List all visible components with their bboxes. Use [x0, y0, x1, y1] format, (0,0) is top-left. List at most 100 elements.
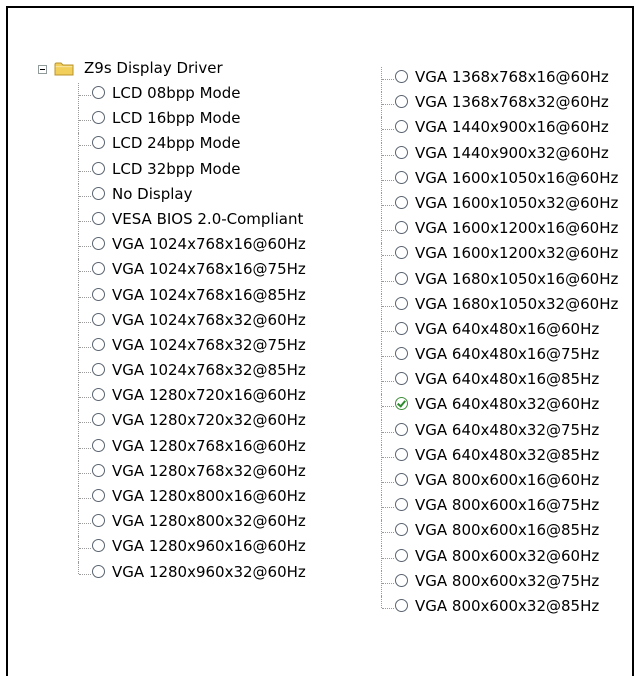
radio-icon[interactable]: [395, 498, 408, 512]
radio-icon[interactable]: [92, 438, 105, 452]
tree-root-node[interactable]: Z9s Display Driver: [38, 58, 223, 83]
tree-connector-line: [382, 154, 394, 156]
tree-item-label: VGA 1280x720x16@60Hz: [112, 386, 306, 405]
radio-icon[interactable]: [92, 161, 105, 175]
collapse-minus-icon[interactable]: [38, 65, 47, 74]
folder-icon: [54, 62, 74, 76]
radio-icon[interactable]: [395, 447, 408, 461]
radio-icon[interactable]: [92, 388, 105, 402]
radio-icon[interactable]: [92, 564, 105, 578]
radio-icon[interactable]: [395, 347, 408, 361]
tree-item-label: VGA 800x600x32@75Hz: [415, 571, 600, 590]
radio-icon[interactable]: [395, 548, 408, 562]
tree-connector-line: [79, 472, 91, 474]
tree-connector-line: [79, 296, 91, 298]
radio-icon[interactable]: [395, 120, 408, 134]
tree-column-left: Z9s Display Driver LCD 08bpp Mode LCD 16b…: [38, 58, 306, 587]
radio-icon[interactable]: [395, 523, 408, 537]
radio-icon[interactable]: [395, 296, 408, 310]
tree-panel: Z9s Display Driver LCD 08bpp Mode LCD 16b…: [6, 6, 634, 676]
radio-icon[interactable]: [92, 413, 105, 427]
radio-icon[interactable]: [92, 287, 105, 301]
tree-connector-line: [382, 179, 394, 181]
tree-item-label: VGA 1680x1050x16@60Hz: [415, 269, 619, 288]
radio-icon[interactable]: [395, 372, 408, 386]
radio-icon[interactable]: [92, 186, 105, 200]
tree-item-label: VGA 1024x768x32@85Hz: [112, 361, 306, 380]
radio-icon[interactable]: [92, 237, 105, 251]
radio-icon[interactable]: [395, 70, 408, 83]
tree-item-label: VGA 1280x960x16@60Hz: [112, 537, 306, 556]
tree-connector-line: [382, 607, 394, 609]
tree-item-label: VGA 800x600x16@85Hz: [415, 521, 600, 540]
radio-icon[interactable]: [92, 111, 105, 125]
tree-item-label: VGA 640x480x16@85Hz: [415, 370, 600, 389]
tree-connector-line: [78, 561, 79, 574]
tree-item-label: LCD 08bpp Mode: [112, 84, 241, 102]
tree-connector-line: [382, 330, 394, 332]
tree-item-label: VESA BIOS 2.0-Compliant: [112, 209, 304, 228]
radio-icon[interactable]: [395, 145, 408, 159]
radio-icon[interactable]: [395, 422, 408, 436]
radio-icon[interactable]: [395, 473, 408, 486]
radio-icon[interactable]: [395, 221, 408, 235]
tree-item-label: VGA 1368x768x32@60Hz: [415, 93, 609, 112]
radio-icon[interactable]: [92, 539, 105, 553]
radio-icon[interactable]: [92, 514, 105, 528]
tree-connector-line: [79, 220, 91, 222]
tree-connector-line: [381, 595, 382, 608]
tree-item-label: VGA 1280x720x32@60Hz: [112, 411, 306, 430]
tree-connector-line: [382, 557, 394, 559]
radio-icon[interactable]: [92, 463, 105, 477]
tree-connector-line: [382, 255, 394, 257]
tree-connector-line: [382, 456, 394, 458]
tree-connector-line: [79, 523, 91, 525]
tree-connector-line: [382, 532, 394, 534]
tree-connector-line: [79, 271, 91, 273]
radio-icon[interactable]: [92, 489, 105, 502]
tree-connector-line: [79, 145, 91, 147]
tree-connector-line: [79, 321, 91, 323]
tree-item-label: VGA 640x480x16@60Hz: [415, 319, 600, 338]
radio-icon[interactable]: [395, 170, 408, 184]
radio-icon[interactable]: [395, 573, 408, 587]
radio-icon[interactable]: [92, 337, 105, 351]
tree-item-label: VGA 640x480x32@85Hz: [415, 445, 600, 464]
radio-icon[interactable]: [92, 312, 105, 326]
tree-connector-line: [79, 548, 91, 550]
radio-icon[interactable]: [395, 321, 408, 335]
tree-connector-line: [382, 356, 394, 358]
radio-icon[interactable]: [92, 363, 105, 377]
tree-connector-line: [79, 195, 91, 197]
tree-connector-line: [79, 447, 91, 449]
radio-icon[interactable]: [92, 211, 105, 225]
radio-icon[interactable]: [395, 95, 408, 109]
tree-item-label: VGA 1024x768x16@85Hz: [112, 285, 306, 304]
tree-connector-line: [79, 246, 91, 248]
tree-item-label: VGA 1440x900x32@60Hz: [415, 143, 609, 162]
radio-icon[interactable]: [395, 598, 408, 612]
tree-connector-line: [79, 120, 91, 122]
tree-item-label: VGA 640x480x32@60Hz: [415, 395, 600, 414]
radio-icon[interactable]: [395, 195, 408, 209]
radio-icon[interactable]: [92, 86, 105, 99]
tree-connector-line: [382, 204, 394, 206]
radio-icon[interactable]: [92, 262, 105, 276]
tree-item-label: VGA 1600x1200x32@60Hz: [415, 244, 619, 263]
tree-connector-line: [382, 230, 394, 232]
radio-checked-icon[interactable]: [395, 397, 408, 411]
tree-connector-line: [79, 573, 91, 575]
tree-root-label: Z9s Display Driver: [84, 59, 223, 77]
tree-connector-line: [382, 104, 394, 106]
tree-item-label: VGA 1600x1050x16@60Hz: [415, 168, 619, 187]
tree-item-label: LCD 32bpp Mode: [112, 159, 241, 178]
tree-item-label: VGA 1024x768x16@75Hz: [112, 260, 306, 279]
tree-connector-line: [382, 406, 394, 408]
radio-icon[interactable]: [92, 136, 105, 150]
radio-icon[interactable]: [395, 271, 408, 285]
tree-connector-line: [79, 170, 91, 172]
tree-item-label: VGA 800x600x16@60Hz: [415, 471, 600, 489]
tree-item-label: VGA 1024x768x32@75Hz: [112, 335, 306, 354]
radio-icon[interactable]: [395, 246, 408, 260]
tree-item-label: VGA 1024x768x16@60Hz: [112, 235, 306, 254]
